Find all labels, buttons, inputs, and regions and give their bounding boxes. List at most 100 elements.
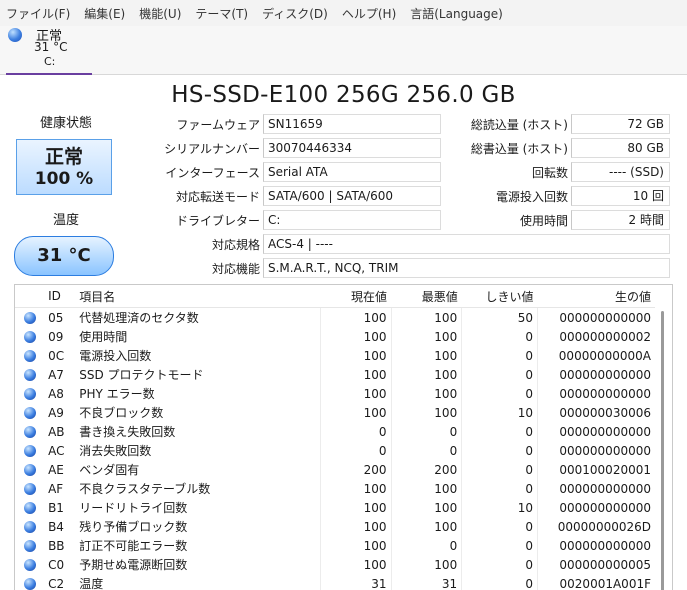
col-id[interactable]: ID bbox=[44, 285, 76, 308]
col-current[interactable]: 現在値 bbox=[320, 285, 392, 308]
host-reads-label: 総読込量 (ホスト) bbox=[470, 118, 568, 132]
row-raw: 00000000000A bbox=[537, 346, 655, 365]
row-current: 100 bbox=[319, 365, 392, 384]
row-threshold: 0 bbox=[461, 422, 538, 441]
row-id: A7 bbox=[48, 367, 64, 382]
row-raw: 000000030006 bbox=[537, 403, 655, 422]
health-status: 正常 bbox=[44, 146, 83, 168]
menu-disk[interactable]: ディスク(D) bbox=[262, 5, 328, 22]
table-row[interactable]: AB 書き換え失敗回数 0 0 0 000000000000 bbox=[15, 422, 655, 441]
row-raw: 000100020001 bbox=[537, 460, 655, 479]
row-name: 残り予備ブロック数 bbox=[79, 520, 188, 534]
table-row[interactable]: C0 予期せぬ電源断回数 100 100 0 000000000005 bbox=[15, 555, 655, 574]
power-count-value: 10 回 bbox=[571, 186, 670, 206]
row-id: AF bbox=[48, 481, 64, 496]
row-threshold: 0 bbox=[461, 460, 538, 479]
health-panel: 健康状態 正常 100 % 温度 31 °C bbox=[10, 112, 122, 276]
table-row[interactable]: AE ベンダ固有 200 200 0 000100020001 bbox=[15, 460, 655, 479]
row-current: 200 bbox=[319, 460, 392, 479]
table-row[interactable]: AF 不良クラスタテーブル数 100 100 0 000000000000 bbox=[15, 479, 655, 498]
row-name: 書き換え失敗回数 bbox=[79, 425, 176, 439]
row-worst: 100 bbox=[390, 479, 462, 498]
rotation-value: ---- (SSD) bbox=[571, 162, 670, 182]
row-raw: 000000000000 bbox=[537, 307, 655, 327]
firmware-label: ファームウェア bbox=[176, 118, 260, 132]
row-raw: 0020001A001F bbox=[537, 574, 655, 590]
drive-tab-c[interactable]: 正常 31 °C C: bbox=[6, 26, 92, 75]
col-threshold[interactable]: しきい値 bbox=[461, 285, 538, 308]
transfer-value: SATA/600 | SATA/600 bbox=[263, 186, 441, 206]
status-good-icon bbox=[23, 350, 36, 362]
row-name: 消去失敗回数 bbox=[79, 444, 152, 458]
row-current: 100 bbox=[319, 479, 392, 498]
status-good-icon bbox=[23, 483, 36, 495]
row-name: 使用時間 bbox=[79, 330, 128, 344]
row-name: 不良クラスタテーブル数 bbox=[79, 482, 211, 496]
table-row[interactable]: A9 不良ブロック数 100 100 10 000000030006 bbox=[15, 403, 655, 422]
firmware-value: SN11659 bbox=[263, 114, 441, 134]
row-name: 温度 bbox=[79, 577, 104, 590]
row-name: 代替処理済のセクタ数 bbox=[79, 311, 199, 325]
menu-file[interactable]: ファイル(F) bbox=[6, 5, 70, 22]
temperature-value[interactable]: 31 °C bbox=[14, 236, 114, 276]
drive-tab-temp: 31 °C bbox=[34, 40, 68, 54]
menu-edit[interactable]: 編集(E) bbox=[84, 5, 125, 22]
status-good-icon bbox=[8, 28, 22, 42]
status-good-icon bbox=[23, 388, 36, 400]
row-threshold: 0 bbox=[461, 365, 538, 384]
table-row[interactable]: 0C 電源投入回数 100 100 0 00000000000A bbox=[15, 346, 655, 365]
row-id: AC bbox=[48, 443, 65, 458]
col-raw[interactable]: 生の値 bbox=[537, 285, 655, 308]
row-name: リードリトライ回数 bbox=[79, 501, 188, 515]
serial-value: 30070446334 bbox=[263, 138, 441, 158]
table-row[interactable]: A7 SSD プロテクトモード 100 100 0 000000000000 bbox=[15, 365, 655, 384]
row-id: BB bbox=[48, 538, 65, 553]
disk-title: HS-SSD-E100 256G 256.0 GB bbox=[171, 82, 516, 108]
menu-function[interactable]: 機能(U) bbox=[139, 5, 181, 22]
row-name: 不良ブロック数 bbox=[79, 406, 164, 420]
row-name: SSD プロテクトモード bbox=[79, 368, 204, 382]
row-raw: 000000000002 bbox=[537, 327, 655, 346]
row-raw: 000000000000 bbox=[537, 498, 655, 517]
standard-value: ACS-4 | ---- bbox=[263, 234, 670, 254]
row-worst: 200 bbox=[390, 460, 462, 479]
smart-table[interactable]: ID 項目名 現在値 最悪値 しきい値 生の値 05 代替処理済のセクタ数 100 1… bbox=[14, 284, 673, 590]
status-good-icon bbox=[23, 445, 36, 457]
col-worst[interactable]: 最悪値 bbox=[391, 285, 462, 308]
row-threshold: 50 bbox=[461, 307, 538, 327]
row-id: 05 bbox=[48, 310, 64, 325]
table-row[interactable]: 09 使用時間 100 100 0 000000000002 bbox=[15, 327, 655, 346]
row-threshold: 0 bbox=[461, 536, 538, 555]
table-row[interactable]: BB 訂正不可能エラー数 100 0 0 000000000000 bbox=[15, 536, 655, 555]
row-threshold: 0 bbox=[461, 441, 538, 460]
health-status-box[interactable]: 正常 100 % bbox=[16, 139, 112, 195]
interface-label: インターフェース bbox=[165, 166, 260, 180]
status-good-icon bbox=[23, 312, 36, 324]
drive-letter-value: C: bbox=[263, 210, 441, 230]
power-hours-value: 2 時間 bbox=[571, 210, 670, 230]
col-name[interactable]: 項目名 bbox=[75, 285, 321, 308]
health-percent: 100 % bbox=[34, 169, 94, 189]
menu-language[interactable]: 言語(Language) bbox=[410, 5, 503, 22]
status-good-icon bbox=[23, 331, 36, 343]
row-raw: 000000000000 bbox=[537, 422, 655, 441]
menu-help[interactable]: ヘルプ(H) bbox=[342, 5, 396, 22]
row-raw: 000000000005 bbox=[537, 555, 655, 574]
status-good-icon bbox=[23, 369, 36, 381]
row-current: 100 bbox=[319, 327, 392, 346]
row-worst: 100 bbox=[390, 498, 462, 517]
row-threshold: 10 bbox=[461, 498, 538, 517]
row-name: PHY エラー数 bbox=[79, 387, 155, 401]
table-row[interactable]: C2 温度 31 31 0 0020001A001F bbox=[15, 574, 655, 590]
table-row[interactable]: A8 PHY エラー数 100 100 0 000000000000 bbox=[15, 384, 655, 403]
table-row[interactable]: B4 残り予備ブロック数 100 100 0 00000000026D bbox=[15, 517, 655, 536]
row-threshold: 0 bbox=[461, 327, 538, 346]
menu-theme[interactable]: テーマ(T) bbox=[195, 5, 248, 22]
table-row[interactable]: AC 消去失敗回数 0 0 0 000000000000 bbox=[15, 441, 655, 460]
row-worst: 100 bbox=[390, 555, 462, 574]
table-row[interactable]: 05 代替処理済のセクタ数 100 100 50 000000000000 bbox=[15, 307, 655, 327]
table-row[interactable]: B1 リードリトライ回数 100 100 10 000000000000 bbox=[15, 498, 655, 517]
row-current: 100 bbox=[319, 403, 392, 422]
health-label: 健康状態 bbox=[39, 116, 92, 131]
scrollbar[interactable] bbox=[661, 311, 664, 590]
